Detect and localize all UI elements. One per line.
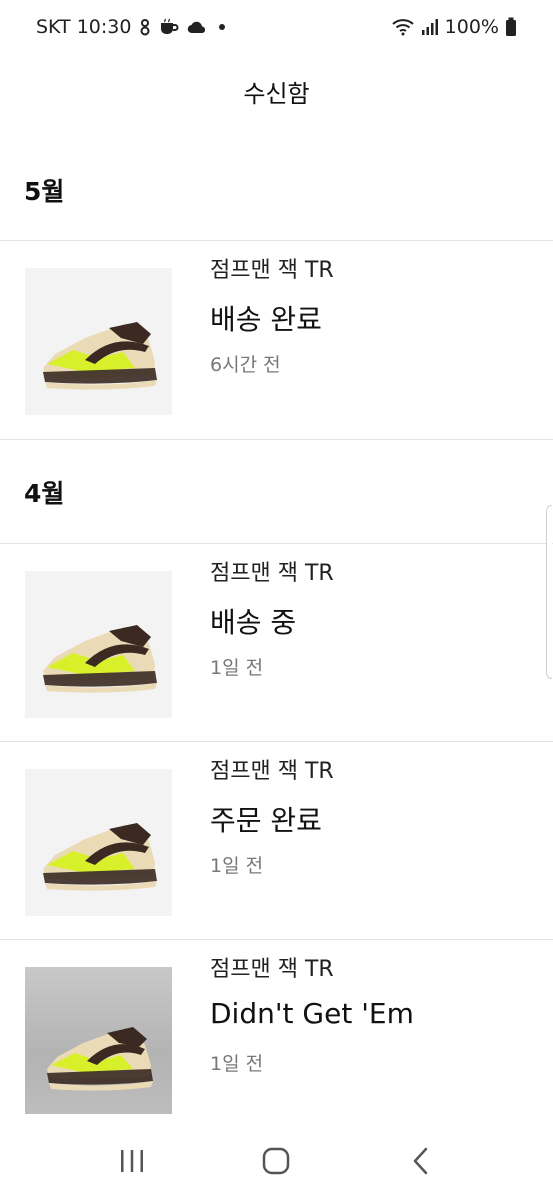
- sneaker-image: [43, 823, 157, 891]
- cup-icon: [159, 18, 179, 36]
- home-button[interactable]: [246, 1136, 306, 1186]
- item-time: 1일 전: [210, 855, 264, 877]
- app-header: 수신함: [0, 54, 553, 128]
- wifi-icon: [391, 18, 415, 36]
- product-thumbnail: [25, 967, 172, 1114]
- battery-percent: 100%: [444, 16, 499, 38]
- item-product-name: 점프맨 잭 TR: [210, 561, 334, 586]
- sneaker-image: [43, 625, 157, 693]
- notification-icon: [139, 18, 151, 36]
- back-button[interactable]: [391, 1136, 451, 1186]
- recent-apps-icon: [121, 1150, 144, 1172]
- item-product-name: 점프맨 잭 TR: [210, 957, 334, 982]
- product-thumbnail: [25, 268, 172, 415]
- item-product-name: 점프맨 잭 TR: [210, 258, 334, 283]
- signal-icon: [421, 18, 439, 36]
- product-thumbnail: [25, 571, 172, 718]
- item-status: 배송 완료: [210, 303, 322, 336]
- inbox-item[interactable]: 점프맨 잭 TR 주문 완료 1일 전: [0, 741, 553, 939]
- dot-icon: [215, 20, 229, 34]
- status-bar: SKT 10:30 100%: [0, 0, 553, 54]
- section-header-may: 5월: [24, 177, 65, 206]
- page-title: 수신함: [243, 79, 310, 108]
- status-right: 100%: [391, 16, 517, 38]
- item-product-name: 점프맨 잭 TR: [210, 759, 334, 784]
- item-status: 배송 중: [210, 606, 297, 639]
- inbox-item[interactable]: 점프맨 잭 TR 배송 완료 6시간 전: [0, 240, 553, 438]
- back-icon: [413, 1147, 428, 1175]
- item-status: 주문 완료: [210, 804, 322, 837]
- section-header-april: 4월: [24, 479, 65, 508]
- item-time: 1일 전: [210, 1053, 264, 1075]
- inbox-item[interactable]: 점프맨 잭 TR Didn't Get 'Em 1일 전: [0, 939, 553, 1137]
- item-time: 1일 전: [210, 657, 264, 679]
- item-status: Didn't Get 'Em: [210, 997, 414, 1030]
- status-left: SKT 10:30: [36, 16, 229, 38]
- sneaker-image: [47, 1027, 153, 1091]
- sneaker-image: [43, 322, 157, 390]
- navigation-bar: [0, 1122, 553, 1200]
- carrier-time: SKT 10:30: [36, 16, 132, 38]
- scrollbar[interactable]: [546, 505, 552, 679]
- battery-icon: [505, 17, 517, 37]
- item-time: 6시간 전: [210, 354, 281, 376]
- home-icon: [263, 1147, 290, 1175]
- inbox-item[interactable]: 점프맨 잭 TR 배송 중 1일 전: [0, 543, 553, 741]
- recent-apps-button[interactable]: [102, 1136, 162, 1186]
- cloud-icon: [187, 20, 207, 34]
- product-thumbnail: [25, 769, 172, 916]
